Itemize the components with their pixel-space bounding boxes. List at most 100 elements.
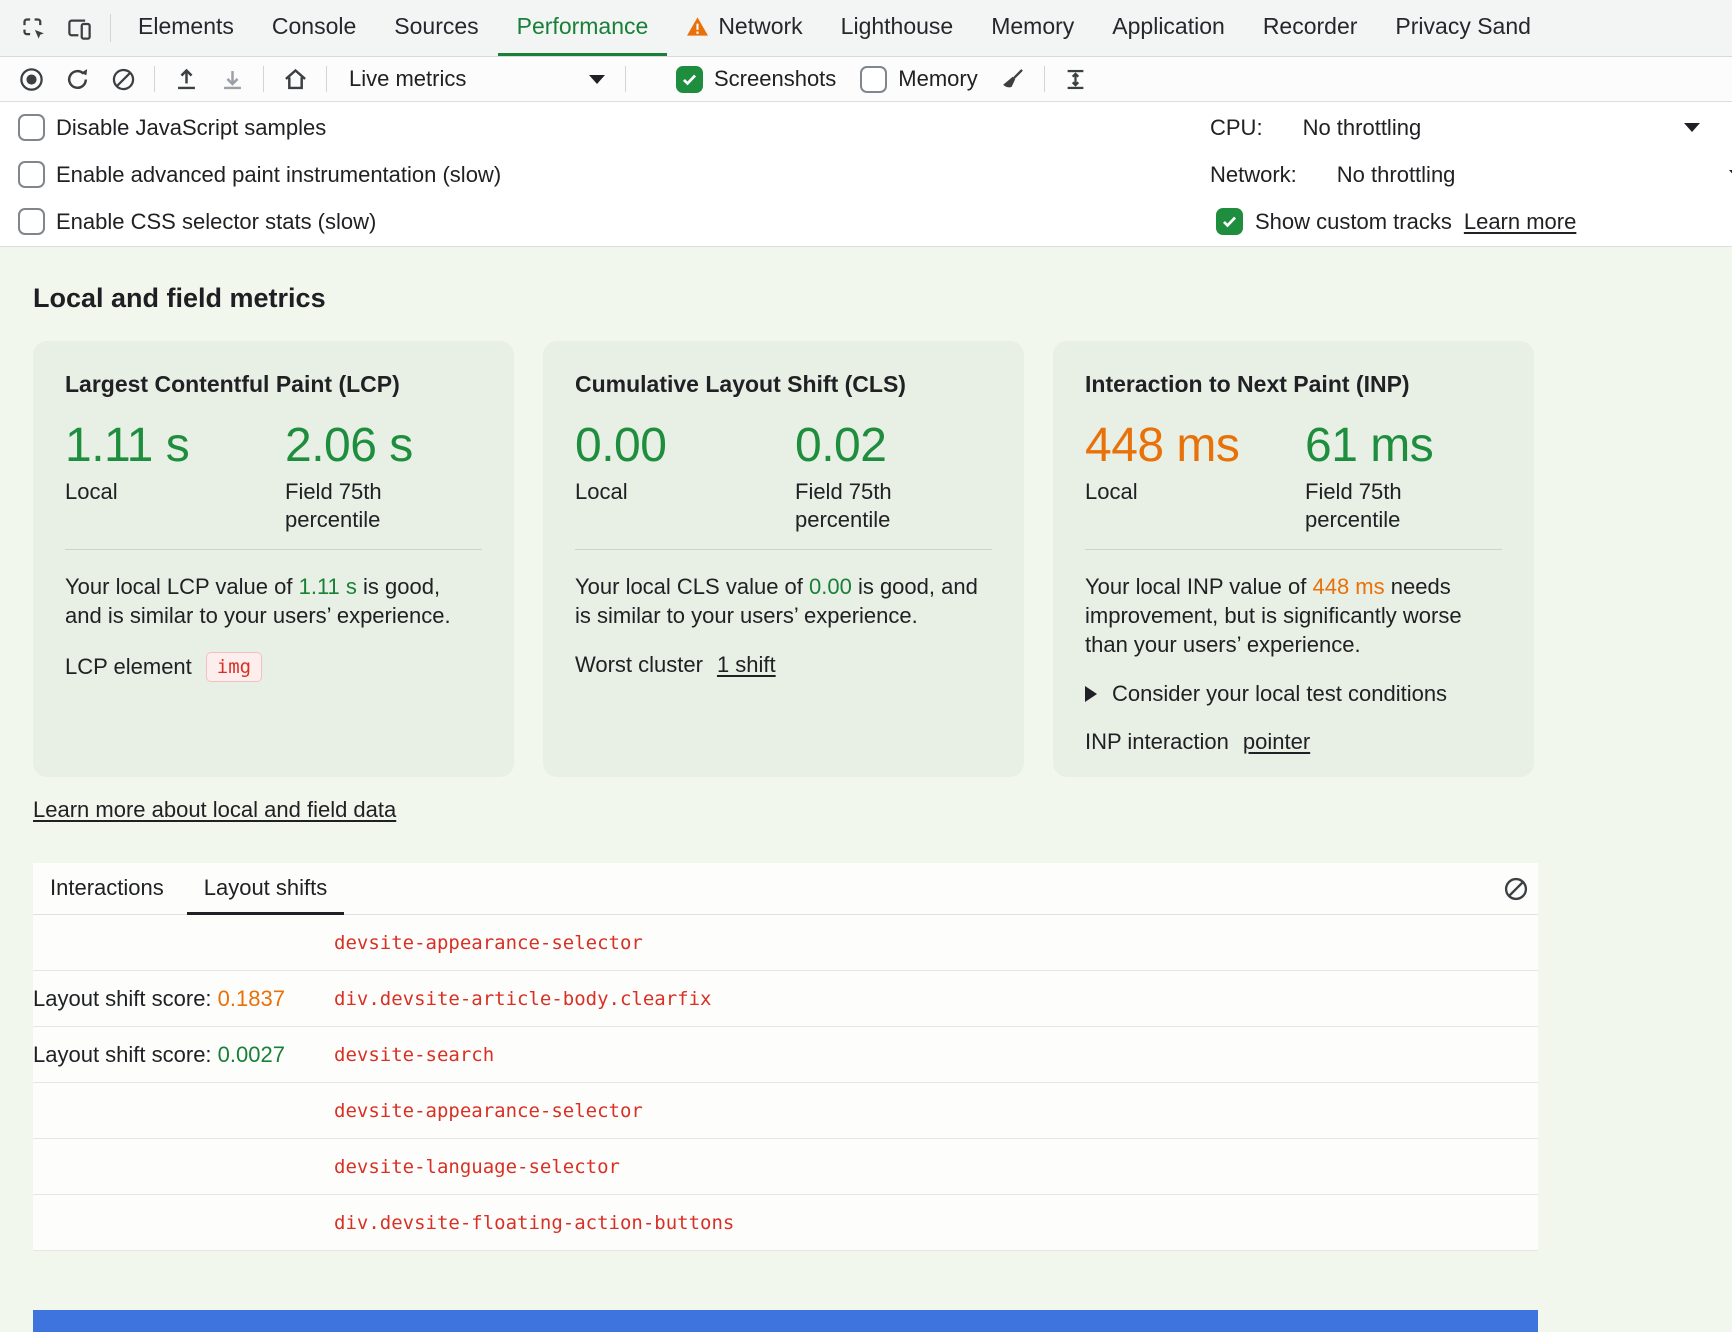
- tab-application[interactable]: Application: [1093, 0, 1244, 56]
- local-metric-value: 0.00: [575, 422, 795, 470]
- summary-metric-value: 1.11 s: [299, 574, 357, 599]
- metric-values: 0.00 Local 0.02 Field 75th percentile: [575, 422, 992, 533]
- layout-shift-score: 0.1837: [218, 986, 285, 1011]
- element-node-link[interactable]: devsite-appearance-selector: [334, 932, 643, 954]
- tab-interactions[interactable]: Interactions: [33, 863, 181, 915]
- device-toolbar-icon: [66, 15, 93, 42]
- screenshots-checkbox[interactable]: [676, 66, 703, 93]
- element-node-link[interactable]: devsite-language-selector: [334, 1156, 620, 1178]
- screenshots-checkbox-row[interactable]: Screenshots: [664, 66, 848, 93]
- inp-interaction-row: INP interaction pointer: [1085, 729, 1502, 755]
- layout-shift-row: Layout shift score: 0.0027 devsite-searc…: [33, 1027, 1538, 1083]
- live-metrics-view-select[interactable]: Live metrics: [335, 66, 617, 92]
- local-metric-label: Local: [65, 478, 215, 506]
- metric-card-lcp: Largest Contentful Paint (LCP) 1.11 s Lo…: [33, 341, 514, 777]
- tab-network[interactable]: Network: [667, 0, 821, 56]
- capture-settings-pane: Disable JavaScript samples Enable advanc…: [0, 102, 1732, 247]
- divider: [110, 14, 111, 42]
- metric-values: 448 ms Local 61 ms Field 75th percentile: [1085, 422, 1502, 533]
- inspect-element-button[interactable]: [10, 0, 56, 56]
- custom-tracks-checkbox[interactable]: [1216, 208, 1243, 235]
- local-test-conditions-disclosure[interactable]: Consider your local test conditions: [1085, 681, 1502, 707]
- field-metric-label: Field 75th percentile: [285, 478, 435, 533]
- lcp-element-node-link[interactable]: img: [206, 652, 262, 682]
- tab-recorder[interactable]: Recorder: [1244, 0, 1377, 56]
- metric-card-cls: Cumulative Layout Shift (CLS) 0.00 Local…: [543, 341, 1024, 777]
- divider: [1044, 66, 1045, 92]
- panel-tabs: Elements Console Sources Performance Net…: [119, 0, 1550, 56]
- metric-summary: Your local INP value of 448 ms needs imp…: [1085, 572, 1502, 659]
- chevron-down-icon: [589, 75, 605, 84]
- tab-elements[interactable]: Elements: [119, 0, 253, 56]
- save-profile-button[interactable]: [209, 60, 255, 98]
- record-button[interactable]: [8, 60, 54, 98]
- home-icon: [282, 66, 309, 93]
- broom-icon: [999, 66, 1026, 93]
- page-title: Local and field metrics: [33, 283, 1699, 314]
- disable-js-samples-checkbox[interactable]: [18, 114, 45, 141]
- selected-log-row[interactable]: [33, 1310, 1538, 1332]
- css-selector-stats-checkbox[interactable]: [18, 208, 45, 235]
- home-button[interactable]: [272, 60, 318, 98]
- download-icon: [219, 66, 246, 93]
- inp-interaction-link[interactable]: pointer: [1243, 729, 1310, 755]
- tab-console[interactable]: Console: [253, 0, 375, 56]
- inp-interaction-label: INP interaction: [1085, 729, 1229, 755]
- metric-summary: Your local LCP value of 1.11 s is good, …: [65, 572, 482, 630]
- advanced-paint-instrumentation-checkbox[interactable]: [18, 161, 45, 188]
- field-metric-value: 2.06 s: [285, 422, 505, 470]
- cpu-throttling-select[interactable]: No throttling: [1263, 115, 1700, 141]
- warning-icon: [686, 16, 709, 37]
- layout-shift-row: devsite-appearance-selector: [33, 1083, 1538, 1139]
- tab-layout-shifts[interactable]: Layout shifts: [187, 863, 345, 915]
- divider: [625, 66, 626, 92]
- metric-card-title: Largest Contentful Paint (LCP): [65, 371, 482, 398]
- element-node-link[interactable]: div.devsite-article-body.clearfix: [334, 988, 712, 1010]
- lcp-element-label: LCP element: [65, 654, 192, 680]
- reload-and-record-button[interactable]: [54, 60, 100, 98]
- local-metric-label: Local: [1085, 478, 1235, 506]
- metric-card-inp: Interaction to Next Paint (INP) 448 ms L…: [1053, 341, 1534, 777]
- performance-toolbar: Live metrics Screenshots Memory: [0, 57, 1732, 102]
- learn-more-local-field-link[interactable]: Learn more about local and field data: [33, 797, 396, 822]
- clear-log-button[interactable]: [1494, 869, 1538, 909]
- tab-performance[interactable]: Performance: [498, 0, 668, 56]
- memory-checkbox-row[interactable]: Memory: [848, 66, 989, 93]
- memory-checkbox[interactable]: [860, 66, 887, 93]
- clear-icon: [1502, 875, 1530, 903]
- tab-sources[interactable]: Sources: [375, 0, 497, 56]
- divider: [326, 66, 327, 92]
- card-divider: [65, 549, 482, 550]
- tab-memory[interactable]: Memory: [972, 0, 1093, 56]
- worst-cluster-row: Worst cluster 1 shift: [575, 652, 992, 678]
- devtools-tab-bar: Elements Console Sources Performance Net…: [0, 0, 1732, 57]
- metric-card-title: Cumulative Layout Shift (CLS): [575, 371, 992, 398]
- clear-recordings-button[interactable]: [100, 60, 146, 98]
- metric-values: 1.11 s Local 2.06 s Field 75th percentil…: [65, 422, 482, 533]
- reload-icon: [64, 66, 91, 93]
- network-throttling-select[interactable]: No throttling: [1297, 162, 1732, 188]
- layout-shift-row: devsite-language-selector: [33, 1139, 1538, 1195]
- collapse-widgets-button[interactable]: [1053, 60, 1099, 98]
- divider: [263, 66, 264, 92]
- field-metric-value: 61 ms: [1305, 422, 1525, 470]
- field-metric-label: Field 75th percentile: [1305, 478, 1455, 533]
- metric-card-title: Interaction to Next Paint (INP): [1085, 371, 1502, 398]
- divider: [154, 66, 155, 92]
- caret-right-icon: [1085, 686, 1097, 702]
- tab-lighthouse[interactable]: Lighthouse: [822, 0, 973, 56]
- element-node-link[interactable]: devsite-appearance-selector: [334, 1100, 643, 1122]
- local-metric-value: 1.11 s: [65, 422, 285, 470]
- collapse-expand-icon: [1062, 66, 1089, 93]
- collect-garbage-button[interactable]: [990, 60, 1036, 98]
- worst-cluster-link[interactable]: 1 shift: [717, 652, 776, 678]
- custom-tracks-learn-more-link[interactable]: Learn more: [1464, 209, 1577, 235]
- element-node-link[interactable]: div.devsite-floating-action-buttons: [334, 1212, 734, 1234]
- element-node-link[interactable]: devsite-search: [334, 1044, 494, 1066]
- tab-privacy-sandbox[interactable]: Privacy Sand: [1376, 0, 1550, 56]
- device-toolbar-button[interactable]: [56, 0, 102, 56]
- local-metric-value: 448 ms: [1085, 422, 1305, 470]
- logs-panel: Interactions Layout shifts devsite-appea…: [33, 863, 1538, 1251]
- record-icon: [18, 66, 45, 93]
- load-profile-button[interactable]: [163, 60, 209, 98]
